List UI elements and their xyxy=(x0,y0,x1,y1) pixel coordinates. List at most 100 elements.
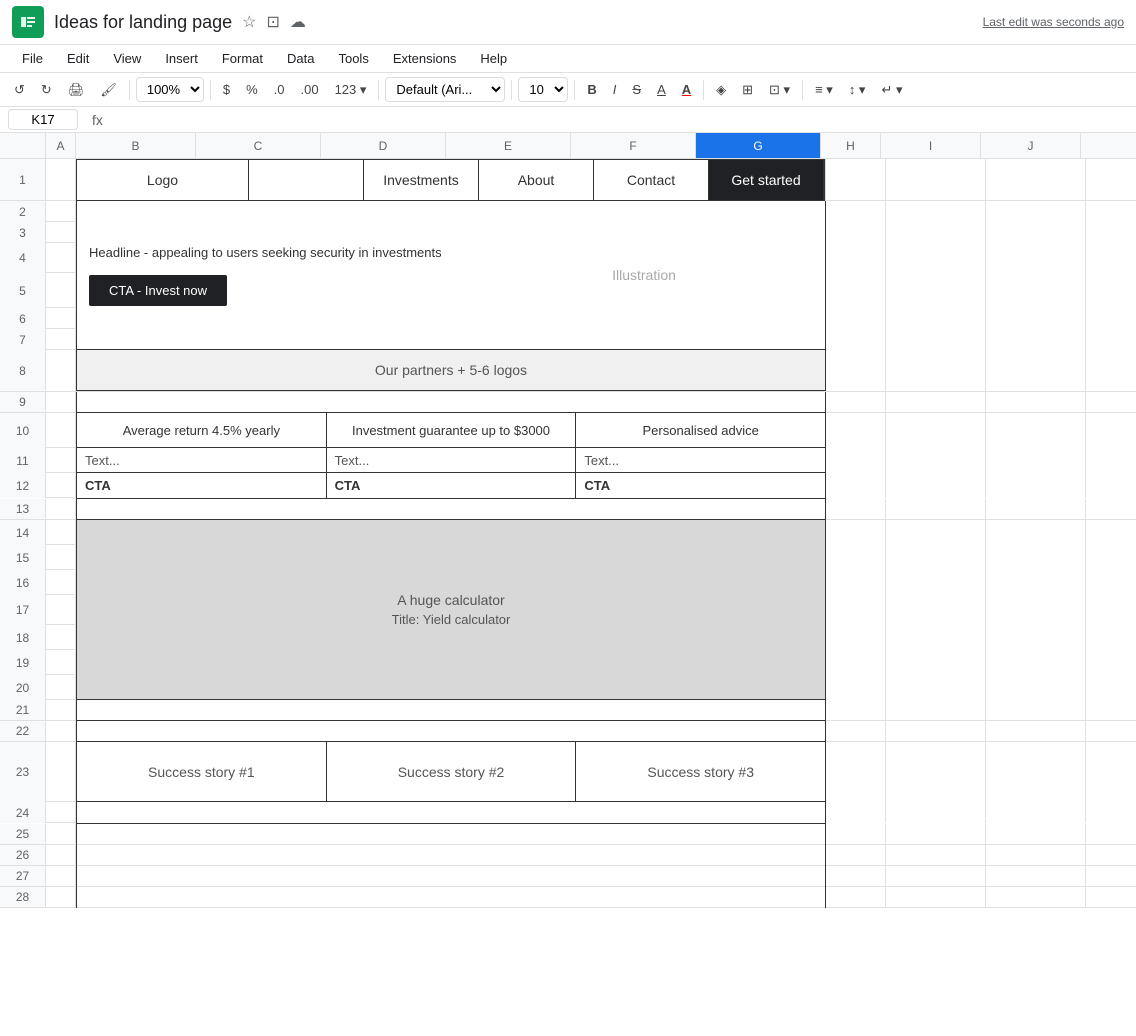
col-header-a[interactable]: A xyxy=(46,133,76,158)
percent-button[interactable]: % xyxy=(240,78,264,101)
cell-i22[interactable] xyxy=(886,721,986,742)
menu-format[interactable]: Format xyxy=(212,47,273,70)
cell-j23[interactable] xyxy=(986,742,1086,802)
menu-insert[interactable]: Insert xyxy=(155,47,208,70)
cell-i10[interactable] xyxy=(886,413,986,448)
cell-j24[interactable] xyxy=(986,802,1086,823)
cell-a9[interactable] xyxy=(46,392,76,413)
cell-h14[interactable] xyxy=(826,520,886,545)
cell-j16[interactable] xyxy=(986,570,1086,595)
cell-h7[interactable] xyxy=(826,329,886,350)
cell-a8[interactable] xyxy=(46,350,76,391)
row-number[interactable]: 23 xyxy=(0,742,46,802)
cell-j26[interactable] xyxy=(986,845,1086,866)
align-button[interactable]: ≡ ▾ xyxy=(809,78,839,102)
cell-h19[interactable] xyxy=(826,650,886,675)
row-number[interactable]: 1 xyxy=(0,159,46,200)
cell-h27[interactable] xyxy=(826,866,886,887)
cell-h21[interactable] xyxy=(826,700,886,721)
row-number[interactable]: 15 xyxy=(0,545,46,570)
cell-i1[interactable] xyxy=(886,159,986,200)
row-number[interactable]: 8 xyxy=(0,350,46,391)
underline-button[interactable]: A xyxy=(651,78,672,101)
cell-j15[interactable] xyxy=(986,545,1086,570)
cell-h10[interactable] xyxy=(826,413,886,448)
row-number[interactable]: 21 xyxy=(0,700,46,720)
cell-i17[interactable] xyxy=(886,595,986,625)
cell-i6[interactable] xyxy=(886,308,986,329)
paint-format-button[interactable]: 🖌 xyxy=(94,78,123,102)
row-number[interactable]: 20 xyxy=(0,675,46,700)
cell-i27[interactable] xyxy=(886,866,986,887)
cell-h20[interactable] xyxy=(826,675,886,700)
cell-h28[interactable] xyxy=(826,887,886,908)
valign-button[interactable]: ↕ ▾ xyxy=(843,78,872,102)
cell-j2[interactable] xyxy=(986,201,1086,222)
row-number[interactable]: 2 xyxy=(0,201,46,222)
cell-i5[interactable] xyxy=(886,273,986,308)
cell-i15[interactable] xyxy=(886,545,986,570)
cell-h9[interactable] xyxy=(826,392,886,413)
star-icon[interactable]: ☆ xyxy=(242,12,256,32)
col-header-e[interactable]: E xyxy=(446,133,571,158)
row-number[interactable]: 5 xyxy=(0,273,46,308)
col-header-h[interactable]: H xyxy=(821,133,881,158)
cell-i20[interactable] xyxy=(886,675,986,700)
cell-h22[interactable] xyxy=(826,721,886,742)
cell-i7[interactable] xyxy=(886,329,986,350)
cell-i24[interactable] xyxy=(886,802,986,823)
row-number[interactable]: 11 xyxy=(0,448,46,473)
cell-i2[interactable] xyxy=(886,201,986,222)
menu-extensions[interactable]: Extensions xyxy=(383,47,467,70)
cell-h8[interactable] xyxy=(826,350,886,391)
cell-h12[interactable] xyxy=(826,473,886,498)
decimal1-button[interactable]: .0 xyxy=(268,78,291,101)
col-a-hero[interactable] xyxy=(46,201,76,350)
row-number[interactable]: 6 xyxy=(0,308,46,329)
cell-i13[interactable] xyxy=(886,499,986,520)
cell-a22[interactable] xyxy=(46,721,76,742)
row-number[interactable]: 25 xyxy=(0,824,46,844)
menu-data[interactable]: Data xyxy=(277,47,324,70)
cell-h17[interactable] xyxy=(826,595,886,625)
cell-h2[interactable] xyxy=(826,201,886,222)
cell-j11[interactable] xyxy=(986,448,1086,473)
cell-i11[interactable] xyxy=(886,448,986,473)
cell-j12[interactable] xyxy=(986,473,1086,498)
print-button[interactable]: 🖨 xyxy=(62,78,91,102)
cell-i26[interactable] xyxy=(886,845,986,866)
redo-button[interactable]: ↻ xyxy=(35,78,58,102)
cell-h11[interactable] xyxy=(826,448,886,473)
cell-h1[interactable] xyxy=(826,159,886,200)
row-number[interactable]: 14 xyxy=(0,520,46,545)
row-number[interactable]: 24 xyxy=(0,802,46,823)
cell-j17[interactable] xyxy=(986,595,1086,625)
wrap-button[interactable]: ↵ ▾ xyxy=(875,78,908,102)
col-header-g[interactable]: G xyxy=(696,133,821,158)
cell-h4[interactable] xyxy=(826,243,886,273)
row-number[interactable]: 27 xyxy=(0,866,46,886)
cell-a27[interactable] xyxy=(46,866,76,887)
col-header-j[interactable]: J xyxy=(981,133,1081,158)
italic-button[interactable]: I xyxy=(607,78,623,101)
bold-button[interactable]: B xyxy=(581,78,602,101)
text-color-button[interactable]: A xyxy=(676,78,697,101)
cell-i23[interactable] xyxy=(886,742,986,802)
format-button[interactable]: 123 ▾ xyxy=(329,78,373,102)
cell-j8[interactable] xyxy=(986,350,1086,391)
cell-i4[interactable] xyxy=(886,243,986,273)
cloud-icon[interactable]: ☁ xyxy=(290,12,306,32)
cell-j27[interactable] xyxy=(986,866,1086,887)
row-number[interactable]: 28 xyxy=(0,887,46,907)
cell-a13[interactable] xyxy=(46,499,76,520)
cell-a28[interactable] xyxy=(46,887,76,908)
col-header-i[interactable]: I xyxy=(881,133,981,158)
cell-h25[interactable] xyxy=(826,824,886,845)
cell-h26[interactable] xyxy=(826,845,886,866)
cell-i8[interactable] xyxy=(886,350,986,391)
col-header-d[interactable]: D xyxy=(321,133,446,158)
cell-i14[interactable] xyxy=(886,520,986,545)
row-number[interactable]: 9 xyxy=(0,392,46,412)
col-header-f[interactable]: F xyxy=(571,133,696,158)
col-a-success[interactable] xyxy=(46,742,76,824)
